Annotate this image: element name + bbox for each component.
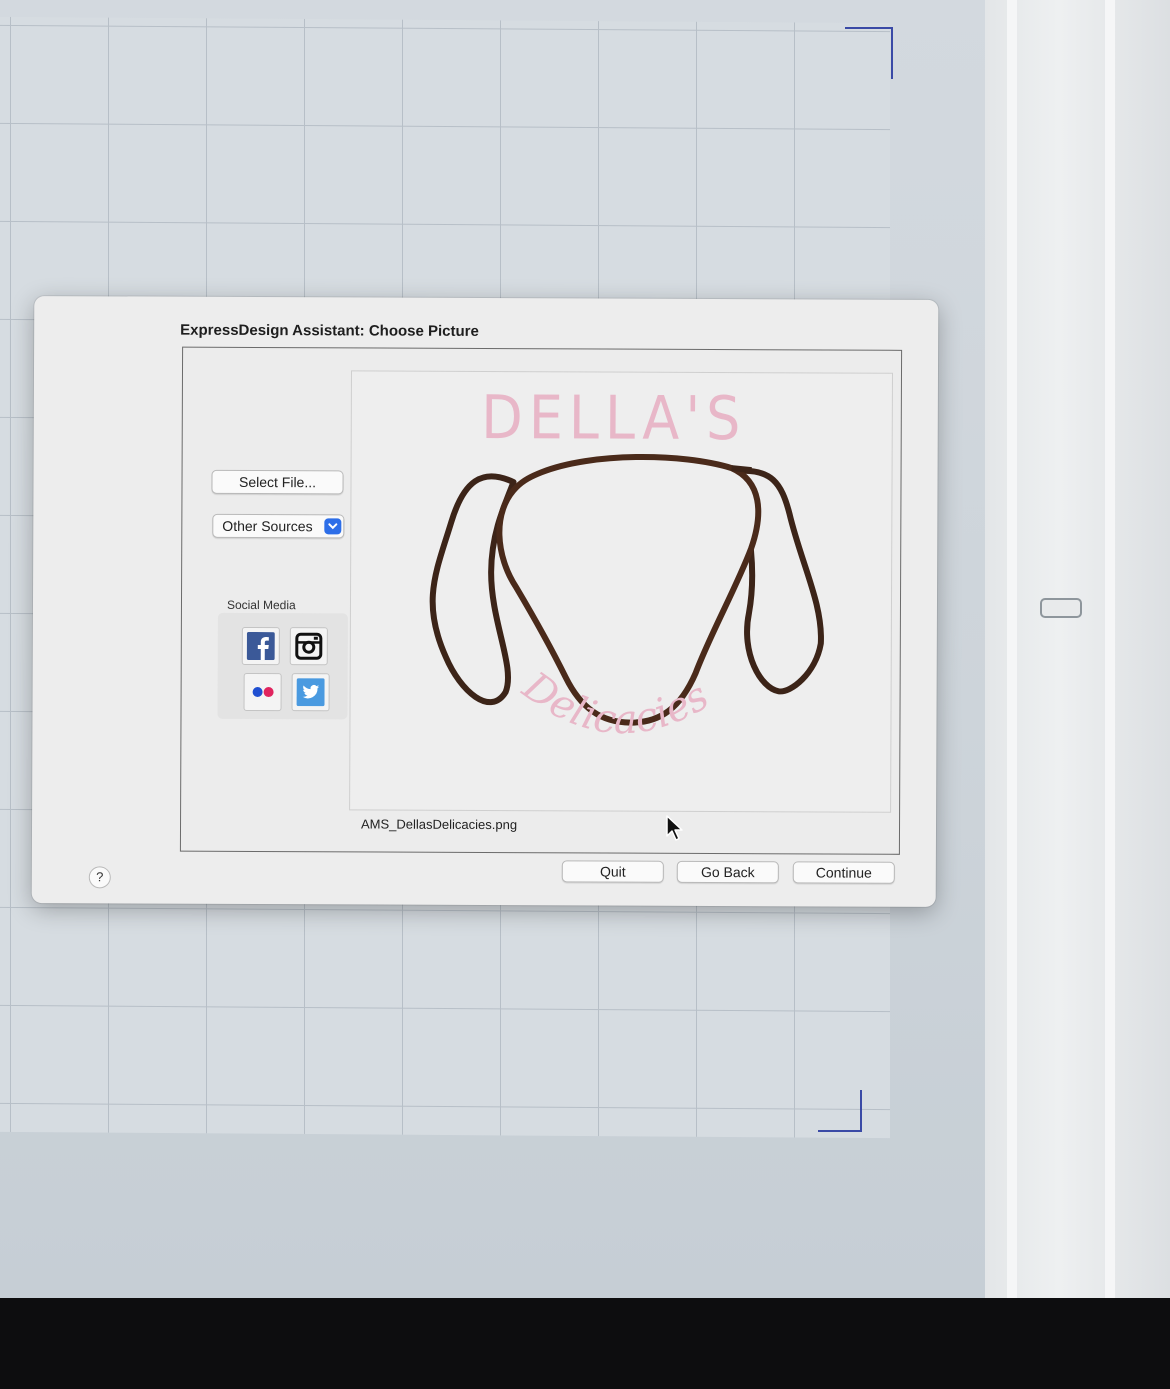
side-panel-stripe [1105, 0, 1115, 1300]
monitor-bezel [0, 1298, 1170, 1389]
side-handle[interactable] [1040, 598, 1082, 618]
flickr-icon [252, 687, 274, 698]
instagram-icon [295, 632, 323, 660]
go-back-button[interactable]: Go Back [676, 860, 779, 884]
hoop-corner-marker-bottom-right [818, 1090, 862, 1132]
flickr-button[interactable] [243, 672, 282, 712]
continue-button[interactable]: Continue [792, 861, 895, 884]
quit-button[interactable]: Quit [561, 860, 664, 883]
other-sources-label: Other Sources [222, 517, 313, 535]
twitter-icon [296, 678, 325, 707]
file-name-label: AMS_DellasDelicacies.png [360, 816, 518, 833]
side-panel-stripe [1007, 0, 1017, 1300]
social-media-label: Social Media [226, 597, 296, 613]
picture-preview: DELLA'S Delicacies [349, 370, 894, 813]
instagram-button[interactable] [289, 627, 328, 666]
logo-title-text: DELLA'S [481, 383, 746, 454]
side-panel [985, 0, 1170, 1300]
hoop-corner-marker-top-right [845, 27, 893, 79]
facebook-button[interactable] [241, 626, 280, 666]
facebook-icon [246, 631, 275, 661]
help-button[interactable]: ? [88, 866, 111, 889]
logo-preview-image: DELLA'S Delicacies [429, 383, 824, 744]
other-sources-popup[interactable]: Other Sources [212, 513, 345, 539]
choose-picture-dialog: ExpressDesign Assistant: Choose Picture … [31, 296, 939, 907]
content-panel: Select File... Other Sources Social Medi… [179, 346, 903, 855]
select-file-button[interactable]: Select File... [211, 469, 344, 495]
twitter-button[interactable] [291, 673, 330, 712]
mouse-pointer-icon [665, 814, 685, 847]
social-media-group [217, 612, 348, 720]
dialog-title: ExpressDesign Assistant: Choose Picture [180, 321, 479, 340]
chevron-down-icon [324, 518, 342, 535]
